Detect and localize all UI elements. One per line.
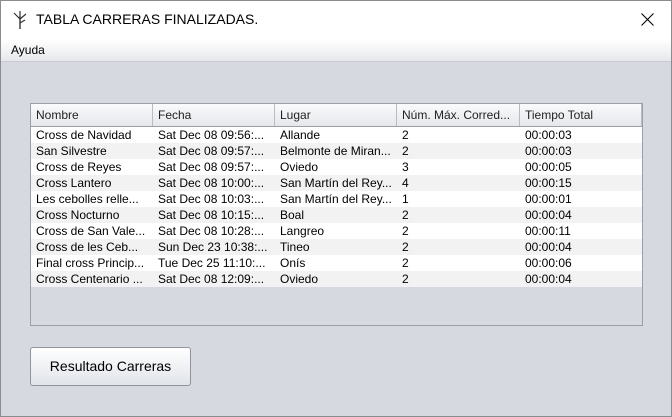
cell-num-max-corredores: 4 <box>402 176 409 190</box>
cell-tiempo-total: 00:00:04 <box>525 272 572 286</box>
cell-nombre: Cross de les Ceb... <box>36 240 139 254</box>
cell-tiempo-total: 00:00:04 <box>525 240 572 254</box>
cell-fecha: Sat Dec 08 10:00:... <box>158 176 265 190</box>
cell-num-max-corredores: 2 <box>402 240 409 254</box>
cell-tiempo-total: 00:00:11 <box>525 224 571 238</box>
cell-fecha: Tue Dec 25 11:10:... <box>158 256 266 270</box>
table-row[interactable]: Cross de Navidad Sat Dec 08 09:56:... Al… <box>31 127 642 143</box>
table-row[interactable]: Cross de Reyes Sat Dec 08 09:57:... Ovie… <box>31 159 642 175</box>
cell-num-max-corredores: 1 <box>402 192 409 206</box>
column-header-fecha[interactable]: Fecha <box>153 104 275 126</box>
cell-lugar: Oviedo <box>280 272 319 286</box>
menu-bar: Ayuda <box>1 39 671 62</box>
cell-tiempo-total: 00:00:06 <box>525 256 572 270</box>
cell-fecha: Sat Dec 08 09:57:... <box>158 144 265 158</box>
column-header-tiempo-total[interactable]: Tiempo Total <box>520 104 642 126</box>
cell-nombre: Cross Lantero <box>36 176 112 190</box>
cell-num-max-corredores: 2 <box>402 144 409 158</box>
close-button[interactable] <box>625 1 671 39</box>
cell-lugar: San Martín del Rey... <box>280 176 392 190</box>
cell-tiempo-total: 00:00:03 <box>525 128 572 142</box>
cell-num-max-corredores: 3 <box>402 160 409 174</box>
cell-fecha: Sat Dec 08 12:09:... <box>158 272 265 286</box>
window-title: TABLA CARRERAS FINALIZADAS. <box>36 11 259 27</box>
cell-fecha: Sat Dec 08 09:56:... <box>158 128 265 142</box>
cell-lugar: Belmonte de Miran... <box>280 144 391 158</box>
cell-lugar: Onís <box>280 256 306 270</box>
cell-num-max-corredores: 2 <box>402 272 409 286</box>
app-window: TABLA CARRERAS FINALIZADAS. Ayuda Nombre… <box>0 0 672 417</box>
cell-num-max-corredores: 2 <box>402 224 409 238</box>
cell-nombre: Cross de Reyes <box>36 160 122 174</box>
cell-fecha: Sun Dec 23 10:38:... <box>158 240 268 254</box>
cell-lugar: San Martín del Rey... <box>280 192 392 206</box>
table-header: Nombre Fecha Lugar Núm. Máx. Corred... T… <box>31 104 642 127</box>
cell-tiempo-total: 00:00:05 <box>525 160 572 174</box>
close-icon <box>641 13 654 26</box>
title-bar: TABLA CARRERAS FINALIZADAS. <box>1 1 671 39</box>
cell-lugar: Allande <box>280 128 321 142</box>
menu-ayuda[interactable]: Ayuda <box>11 43 45 57</box>
cell-tiempo-total: 00:00:15 <box>525 176 572 190</box>
column-header-lugar[interactable]: Lugar <box>275 104 397 126</box>
cell-nombre: Cross Nocturno <box>36 208 120 222</box>
java-app-icon <box>11 10 29 30</box>
cell-nombre: Cross de San Vale... <box>36 224 146 238</box>
resultado-carreras-button[interactable]: Resultado Carreras <box>30 347 191 386</box>
table-row[interactable]: San Silvestre Sat Dec 08 09:57:... Belmo… <box>31 143 642 159</box>
table-row[interactable]: Cross de les Ceb... Sun Dec 23 10:38:...… <box>31 239 642 255</box>
cell-tiempo-total: 00:00:01 <box>525 192 572 206</box>
cell-tiempo-total: 00:00:03 <box>525 144 572 158</box>
cell-nombre: Final cross Princip... <box>36 256 145 270</box>
column-header-num-max-corredores[interactable]: Núm. Máx. Corred... <box>397 104 520 126</box>
cell-lugar: Boal <box>280 208 305 222</box>
cell-num-max-corredores: 2 <box>402 256 409 270</box>
table-row[interactable]: Les cebolles relle... Sat Dec 08 10:03:.… <box>31 191 642 207</box>
table-row[interactable]: Cross Nocturno Sat Dec 08 10:15:... Boal… <box>31 207 642 223</box>
cell-lugar: Tineo <box>280 240 310 254</box>
cell-lugar: Langreo <box>280 224 325 238</box>
cell-fecha: Sat Dec 08 10:15:... <box>158 208 265 222</box>
cell-fecha: Sat Dec 08 10:28:... <box>158 224 265 238</box>
column-header-nombre[interactable]: Nombre <box>31 104 153 126</box>
table-scroll-pane[interactable]: Nombre Fecha Lugar Núm. Máx. Corred... T… <box>30 103 643 326</box>
cell-num-max-corredores: 2 <box>402 208 409 222</box>
table-row[interactable]: Final cross Princip... Tue Dec 25 11:10:… <box>31 255 642 271</box>
cell-num-max-corredores: 2 <box>402 128 409 142</box>
cell-fecha: Sat Dec 08 09:57:... <box>158 160 265 174</box>
table-body: Cross de Navidad Sat Dec 08 09:56:... Al… <box>31 127 642 287</box>
cell-nombre: Cross de Navidad <box>36 128 132 142</box>
table-row[interactable]: Cross de San Vale... Sat Dec 08 10:28:..… <box>31 223 642 239</box>
cell-nombre: San Silvestre <box>36 144 107 158</box>
cell-tiempo-total: 00:00:04 <box>525 208 572 222</box>
cell-nombre: Cross Centenario ... <box>36 272 143 286</box>
table-row[interactable]: Cross Lantero Sat Dec 08 10:00:... San M… <box>31 175 642 191</box>
cell-lugar: Oviedo <box>280 160 319 174</box>
cell-fecha: Sat Dec 08 10:03:... <box>158 192 265 206</box>
content-panel: Nombre Fecha Lugar Núm. Máx. Corred... T… <box>1 62 671 416</box>
cell-nombre: Les cebolles relle... <box>36 192 139 206</box>
table-row[interactable]: Cross Centenario ... Sat Dec 08 12:09:..… <box>31 271 642 287</box>
